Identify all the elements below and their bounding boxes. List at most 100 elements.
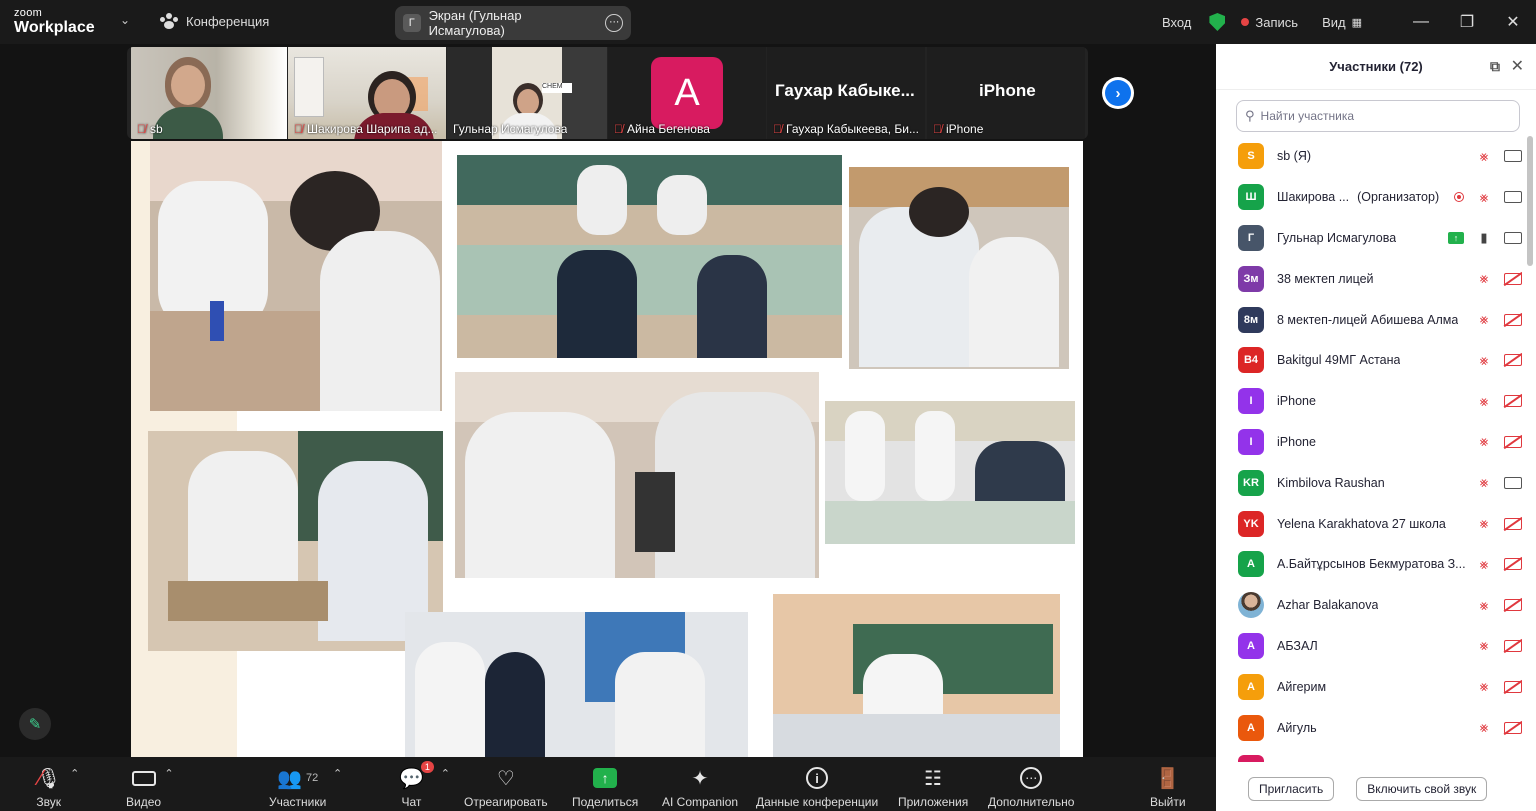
- participant-row[interactable]: Ssb (Я) ⨳: [1216, 136, 1522, 177]
- camera-off-icon[interactable]: [1504, 272, 1522, 285]
- encryption-shield-icon[interactable]: [1209, 13, 1226, 31]
- chat-button[interactable]: 💬 1 ⌃ Чат: [399, 761, 450, 809]
- mic-muted-icon[interactable]: ⨳: [1476, 556, 1492, 573]
- share-button[interactable]: ↑ Поделиться: [572, 765, 638, 809]
- video-tile-iphone[interactable]: iPhone 🎙̸ iPhone: [927, 47, 1085, 139]
- participant-row[interactable]: 8м 8 мектеп-лицей Абишева Алма ⨳: [1216, 299, 1522, 340]
- video-tile-aina[interactable]: A 🎙̸ Айна Бегенова: [608, 47, 766, 139]
- participant-row[interactable]: A Айгерим ⨳: [1216, 666, 1522, 707]
- more-options-icon[interactable]: ⋯: [605, 14, 623, 32]
- camera-icon[interactable]: [1504, 231, 1522, 244]
- video-tile-shakirova[interactable]: 🎙̸ Шакирова Шарипа ад...: [288, 47, 446, 139]
- popout-icon[interactable]: ⧉: [1490, 58, 1500, 75]
- camera-off-icon[interactable]: [1504, 354, 1522, 367]
- more-button[interactable]: ⋯ Дополнительно: [988, 765, 1074, 809]
- participant-row[interactable]: A АБЗАЛ ⨳: [1216, 626, 1522, 667]
- mic-muted-icon[interactable]: ⨳: [1476, 270, 1492, 287]
- camera-off-icon[interactable]: [1504, 721, 1522, 734]
- audio-button[interactable]: 🎙 ∕ ⌃ Звук: [36, 765, 79, 809]
- invite-button[interactable]: Пригласить: [1248, 776, 1335, 801]
- video-button[interactable]: ⌃ Видео: [126, 765, 174, 809]
- meeting-menu[interactable]: Конференция: [160, 13, 269, 29]
- audio-caret-icon[interactable]: ⌃: [70, 767, 79, 780]
- participant-name: А.Байтұрсынов Бекмуратова З...: [1277, 557, 1466, 572]
- ai-companion-label: AI Companion: [662, 795, 739, 809]
- participant-row[interactable]: B4 Bakitgul 49МГ Астана ⨳: [1216, 340, 1522, 381]
- leave-label: Выйти: [1150, 795, 1186, 809]
- video-tile-gauhar[interactable]: Гаухар Кабыке... 🎙̸ Гаухар Кабыкеева, Би.…: [767, 47, 925, 139]
- camera-off-icon[interactable]: [1504, 680, 1522, 693]
- camera-off-icon[interactable]: [1504, 599, 1522, 612]
- mic-muted-icon[interactable]: ⨳: [1476, 189, 1492, 206]
- camera-icon[interactable]: [1504, 150, 1522, 163]
- mic-on-icon[interactable]: ▮: [1476, 230, 1492, 246]
- mic-muted-icon[interactable]: ⨳: [1476, 352, 1492, 369]
- minimize-button[interactable]: —: [1398, 13, 1444, 31]
- camera-icon[interactable]: [1504, 476, 1522, 489]
- camera-off-icon[interactable]: [1504, 395, 1522, 408]
- view-button[interactable]: Вид ▦: [1322, 15, 1362, 30]
- mic-muted-icon[interactable]: ⨳: [1476, 678, 1492, 695]
- mic-muted-icon[interactable]: ⨳: [1476, 433, 1492, 450]
- screen-share-indicator[interactable]: Г Экран (Гульнар Исмагулова) ⋯: [395, 6, 631, 40]
- mic-muted-icon[interactable]: ⨳: [1476, 719, 1492, 736]
- ai-companion-button[interactable]: ✦ AI Companion: [662, 765, 739, 810]
- camera-off-icon[interactable]: [1504, 558, 1522, 571]
- participant-row[interactable]: IiPhone ⨳: [1216, 422, 1522, 463]
- leave-button[interactable]: 🚪 Выйти: [1150, 765, 1186, 810]
- mic-muted-icon[interactable]: ⨳: [1476, 393, 1492, 410]
- next-page-button[interactable]: ›: [1102, 77, 1134, 109]
- react-button[interactable]: ♡ Отреагировать: [464, 765, 548, 810]
- mic-muted-icon[interactable]: ⨳: [1476, 637, 1492, 654]
- participants-button[interactable]: 👥 72 ⌃ Участники: [269, 765, 342, 810]
- camera-icon[interactable]: [1504, 191, 1522, 204]
- panel-scrollbar[interactable]: [1527, 136, 1533, 266]
- camera-off-icon[interactable]: [1504, 435, 1522, 448]
- close-icon[interactable]: ✕: [1511, 56, 1524, 76]
- video-caret-icon[interactable]: ⌃: [164, 767, 173, 780]
- search-placeholder: Найти участника: [1260, 109, 1355, 123]
- participant-row[interactable]: Azhar Balakanova ⨳: [1216, 585, 1522, 626]
- participant-row[interactable]: YK Yelena Karakhatova 27 школа ⨳: [1216, 503, 1522, 544]
- grid-icon: ▦: [1351, 16, 1362, 29]
- mic-muted-icon[interactable]: ⨳: [1476, 474, 1492, 491]
- participant-row[interactable]: Г Гульнар Исмагулова ↑ ▮: [1216, 218, 1522, 259]
- camera-off-icon[interactable]: [1504, 517, 1522, 530]
- video-tile-gulnar-active-speaker[interactable]: CHEM Гульнар Исмагулова: [447, 47, 607, 139]
- participant-row[interactable]: Зм 38 мектеп лицей ⨳: [1216, 258, 1522, 299]
- avatar: Ш: [1238, 184, 1264, 211]
- restore-button[interactable]: ❐: [1444, 12, 1490, 32]
- participant-row[interactable]: A А.Байтұрсынов Бекмуратова З... ⨳: [1216, 544, 1522, 585]
- avatar: A: [1238, 551, 1264, 578]
- mic-muted-icon[interactable]: ⨳: [1476, 148, 1492, 165]
- participant-row[interactable]: A Айгуль ⨳: [1216, 707, 1522, 748]
- participant-row[interactable]: KR Kimbilova Raushan ⨳: [1216, 462, 1522, 503]
- mic-muted-icon[interactable]: ⨳: [1476, 311, 1492, 328]
- participants-caret-icon[interactable]: ⌃: [333, 767, 342, 780]
- participants-count: 72: [305, 772, 319, 784]
- lab-photo-1: [150, 141, 442, 411]
- meeting-info-button[interactable]: i Данные конференции: [756, 765, 878, 809]
- participant-search-input[interactable]: ⚲ Найти участника: [1236, 100, 1520, 132]
- lab-photo-2: [457, 155, 842, 358]
- record-button[interactable]: Запись: [1241, 15, 1298, 30]
- close-window-button[interactable]: ✕: [1490, 12, 1536, 32]
- signin-button[interactable]: Вход: [1162, 15, 1191, 30]
- participant-row[interactable]: Ш Шакирова ... (Организатор) ⨳: [1216, 177, 1522, 218]
- mic-muted-icon[interactable]: ⨳: [1476, 597, 1492, 614]
- apps-button[interactable]: ☷ Приложения: [898, 765, 968, 810]
- chat-caret-icon[interactable]: ⌃: [441, 767, 450, 780]
- video-tile-sb[interactable]: 🎙̸ sb: [131, 47, 287, 139]
- annotate-pen-icon[interactable]: ✎: [19, 708, 51, 740]
- lab-photo-4: [148, 431, 443, 651]
- mic-muted-icon[interactable]: ⨳: [1476, 515, 1492, 532]
- participant-row-partial[interactable]: [1216, 748, 1522, 762]
- participant-row[interactable]: IiPhone ⨳: [1216, 381, 1522, 422]
- camera-off-icon[interactable]: [1504, 639, 1522, 652]
- camera-off-icon[interactable]: [1504, 313, 1522, 326]
- unmute-me-button[interactable]: Включить свой звук: [1356, 776, 1488, 801]
- participant-name: Bakitgul 49МГ Астана: [1277, 353, 1401, 368]
- chevron-down-icon[interactable]: ⌄: [120, 13, 130, 27]
- zoom-workplace-logo[interactable]: zoom Workplace: [14, 8, 95, 36]
- participant-status-icons: ⨳: [1476, 474, 1522, 491]
